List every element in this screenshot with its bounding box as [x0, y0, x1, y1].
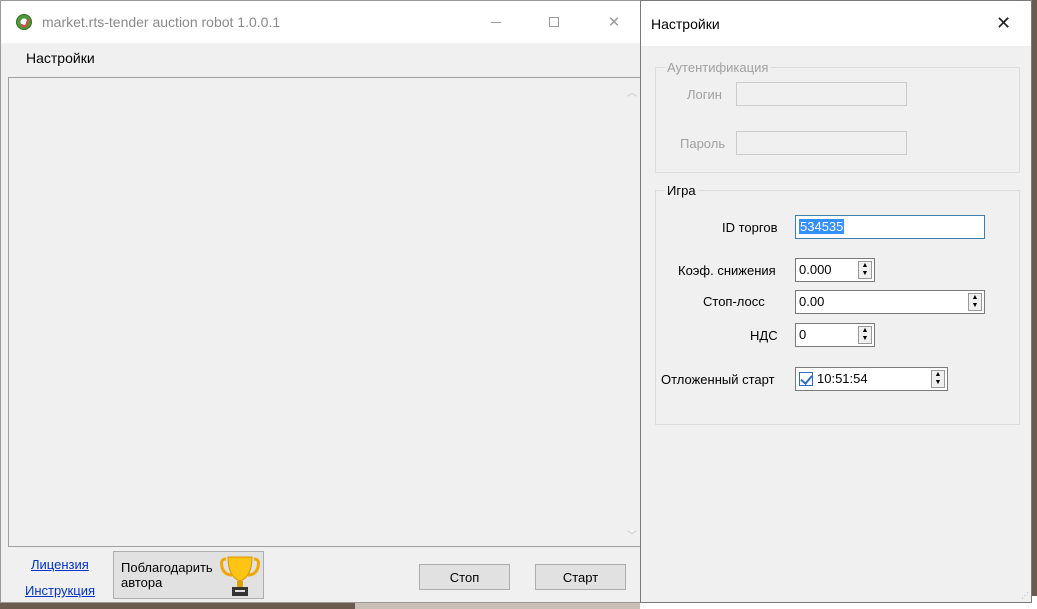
stop-loss-label: Стоп-лосс: [703, 294, 765, 309]
stop-loss-stepper[interactable]: 0.00 ▲ ▼: [795, 290, 985, 314]
vat-label: НДС: [750, 328, 778, 343]
reduction-coef-value: 0.000: [799, 262, 832, 277]
vat-value: 0: [799, 327, 807, 342]
trade-id-value: 534535: [799, 219, 845, 234]
game-group-label: Игра: [665, 183, 698, 198]
stop-button[interactable]: Стоп: [419, 564, 510, 590]
delayed-start-time: 10:51:54: [817, 371, 868, 386]
settings-dialog: Настройки ✕ Аутентификация Логин Пароль …: [640, 0, 1032, 603]
chevron-down-icon[interactable]: ﹀: [627, 527, 637, 542]
password-field[interactable]: [736, 131, 907, 155]
menu-bar: Настройки: [1, 43, 640, 73]
thank-author-button[interactable]: Поблагодарить автора: [113, 551, 264, 599]
vat-stepper[interactable]: 0 ▲ ▼: [795, 323, 875, 347]
app-logo-icon: [16, 14, 32, 30]
delayed-start-picker[interactable]: 10:51:54 ▲ ▼: [795, 367, 948, 391]
spin-buttons[interactable]: ▲ ▼: [968, 293, 982, 311]
log-area[interactable]: ︿ ﹀: [8, 77, 641, 547]
maximize-button[interactable]: [531, 1, 577, 43]
instruction-link[interactable]: Инструкция: [25, 583, 95, 598]
spin-buttons[interactable]: ▲ ▼: [858, 326, 872, 344]
spin-buttons[interactable]: ▲ ▼: [858, 261, 872, 279]
auth-group: Аутентификация Логин Пароль: [655, 60, 1020, 173]
start-button[interactable]: Старт: [535, 564, 626, 590]
auth-group-label: Аутентификация: [665, 60, 771, 75]
resize-grip-icon[interactable]: ⋰: [1021, 591, 1029, 600]
login-label: Логин: [687, 87, 722, 102]
dialog-close-button[interactable]: ✕: [996, 13, 1011, 34]
dialog-title-bar: Настройки ✕: [641, 1, 1031, 46]
reduction-coef-label: Коэф. снижения: [678, 263, 776, 278]
game-group: Игра ID торгов 534535 Коэф. снижения 0.0…: [655, 183, 1020, 425]
title-bar: market.rts-tender auction robot 1.0.0.1 …: [1, 1, 640, 43]
license-link[interactable]: Лицензия: [31, 557, 89, 572]
chevron-up-icon[interactable]: ︿: [627, 84, 637, 99]
window-title: market.rts-tender auction robot 1.0.0.1: [42, 14, 281, 30]
minimize-icon: [491, 21, 501, 23]
trade-id-label: ID торгов: [722, 220, 778, 235]
spin-buttons[interactable]: ▲ ▼: [931, 370, 945, 388]
maximize-icon: [549, 17, 559, 27]
thank-author-label: Поблагодарить автора: [121, 560, 213, 590]
vertical-scrollbar[interactable]: ︿ ﹀: [623, 78, 640, 546]
main-window: market.rts-tender auction robot 1.0.0.1 …: [0, 0, 641, 603]
login-field[interactable]: [736, 82, 907, 106]
minimize-button[interactable]: [473, 1, 519, 43]
password-label: Пароль: [680, 136, 726, 151]
reduction-coef-stepper[interactable]: 0.000 ▲ ▼: [795, 258, 875, 282]
close-button[interactable]: ✕: [591, 1, 637, 43]
stop-loss-value: 0.00: [799, 294, 825, 309]
delayed-start-checkbox[interactable]: [799, 372, 813, 386]
menu-settings[interactable]: Настройки: [26, 50, 95, 66]
trade-id-field[interactable]: 534535: [795, 215, 985, 239]
trophy-icon: [220, 556, 260, 596]
close-icon: ✕: [996, 13, 1012, 33]
dialog-title: Настройки: [651, 16, 720, 32]
delayed-start-label: Отложенный старт: [661, 372, 775, 387]
close-icon: ✕: [607, 14, 621, 31]
